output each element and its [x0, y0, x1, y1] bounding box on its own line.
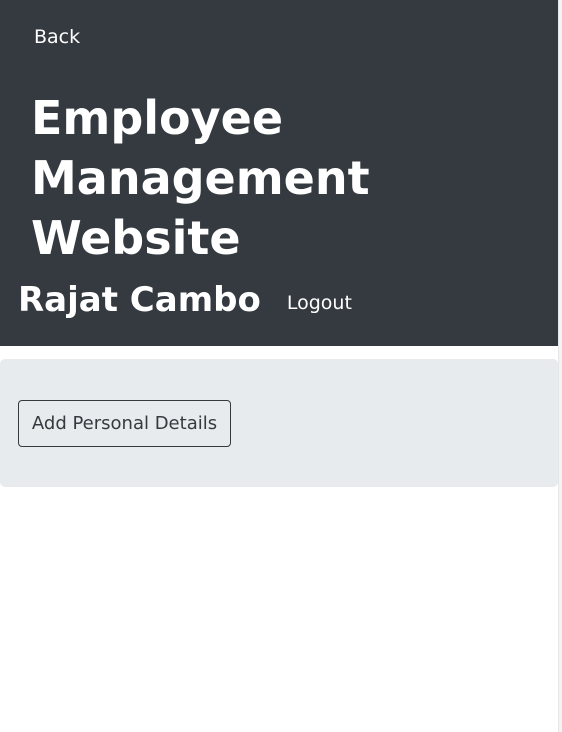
scrollbar-track[interactable] — [558, 0, 562, 732]
page: Back Employee Management Website Rajat C… — [0, 0, 558, 732]
logout-link[interactable]: Logout — [287, 292, 352, 314]
add-personal-details-button[interactable]: Add Personal Details — [18, 400, 231, 447]
user-row: Rajat Cambo Logout — [18, 278, 352, 322]
page-title: Employee Management Website — [31, 91, 370, 265]
back-link[interactable]: Back — [34, 26, 80, 48]
actions-panel: Add Personal Details — [0, 359, 558, 487]
top-navbar: Back Employee Management Website Rajat C… — [0, 0, 558, 346]
user-name: Rajat Cambo — [18, 280, 261, 320]
